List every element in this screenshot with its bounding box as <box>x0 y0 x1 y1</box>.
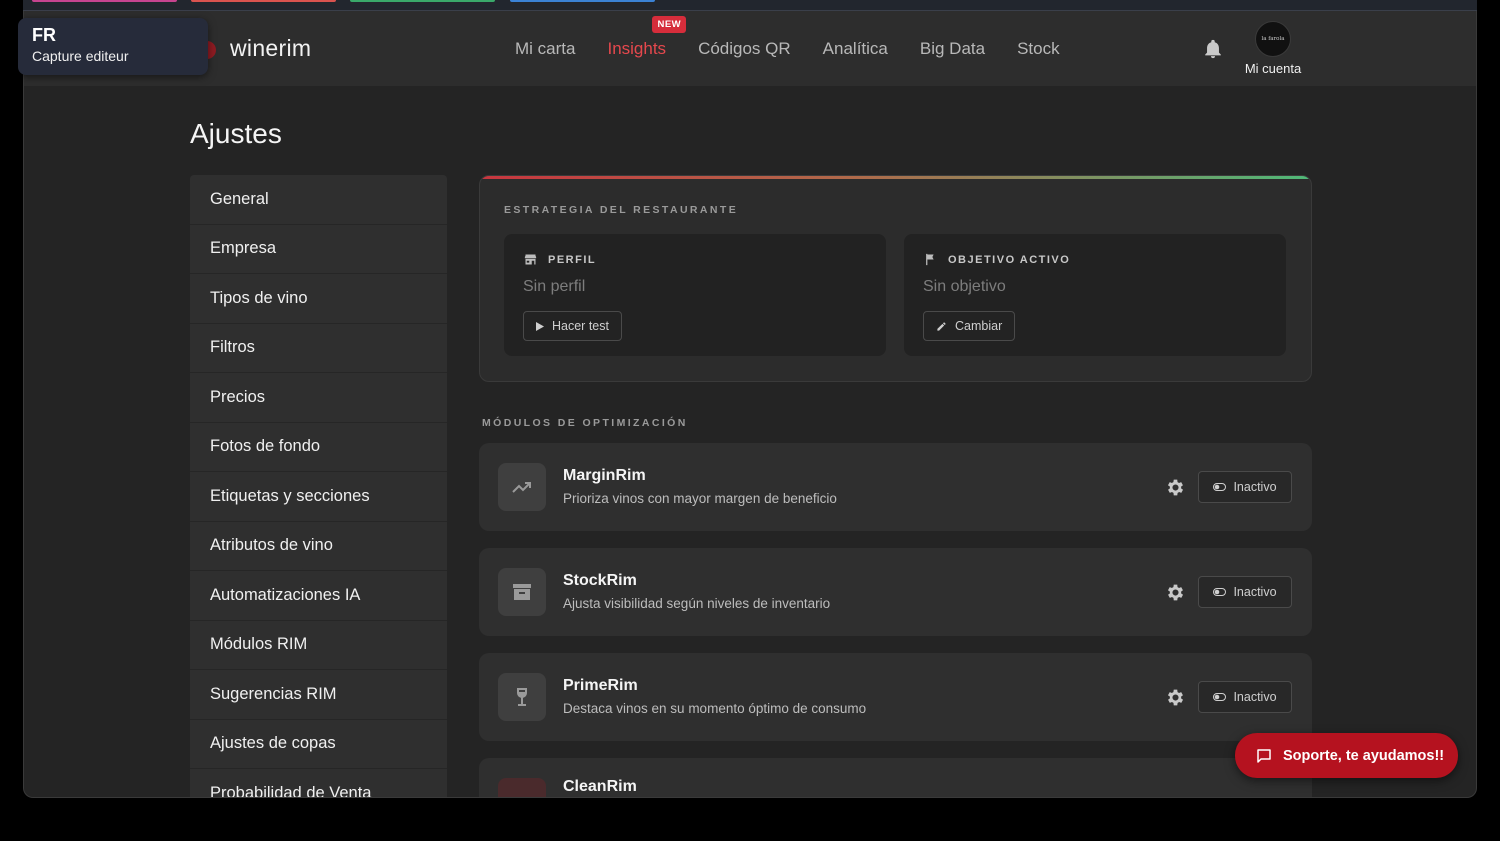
account-label: Mi cuenta <box>1244 61 1302 76</box>
bell-icon[interactable] <box>1202 38 1224 60</box>
app-window: winerim Mi carta Insights NEW Códigos QR… <box>23 11 1477 798</box>
module-status-label: Inactivo <box>1233 585 1277 599</box>
profile-card: PERFIL Sin perfil Hacer test <box>504 234 886 356</box>
objective-header-label: OBJETIVO ACTIVO <box>948 253 1071 266</box>
tab-indicator <box>32 0 177 2</box>
sidebar-item-etiquetas[interactable]: Etiquetas y secciones <box>190 472 447 522</box>
module-status-toggle[interactable]: Inactivo <box>1198 471 1292 503</box>
module-icon <box>498 673 546 721</box>
module-card-marginrim: MarginRim Prioriza vinos con mayor marge… <box>479 443 1312 531</box>
language-overlay[interactable]: FR Capture editeur <box>18 18 208 75</box>
toggle-off-icon <box>1213 483 1227 491</box>
module-status-label: Inactivo <box>1233 480 1277 494</box>
objective-value: Sin objetivo <box>923 278 1006 295</box>
profile-header: PERFIL <box>523 252 867 267</box>
gradient-bar <box>480 176 1311 179</box>
sidebar-item-atributos[interactable]: Atributos de vino <box>190 521 447 571</box>
nav-analitica[interactable]: Analítica <box>823 39 888 59</box>
settings-sidebar: General Empresa Tipos de vino Filtros Pr… <box>190 175 447 797</box>
tab-strip <box>23 0 1477 11</box>
toggle-off-icon <box>1213 693 1227 701</box>
page-title: Ajustes <box>190 118 282 149</box>
take-test-button[interactable]: Hacer test <box>523 311 622 341</box>
strategy-section-label: ESTRATEGIA DEL RESTAURANTE <box>504 204 739 216</box>
sidebar-item-filtros[interactable]: Filtros <box>190 323 447 373</box>
gear-icon[interactable] <box>1165 687 1186 708</box>
toggle-off-icon <box>1213 588 1227 596</box>
sidebar-item-automatizaciones[interactable]: Automatizaciones IA <box>190 571 447 621</box>
module-icon <box>498 568 546 616</box>
module-description: Destaca vinos en su momento óptimo de co… <box>563 701 867 716</box>
language-code: FR <box>32 25 56 45</box>
sidebar-item-fotos-de-fondo[interactable]: Fotos de fondo <box>190 422 447 472</box>
module-status-label: Inactivo <box>1233 690 1277 704</box>
sidebar-item-probabilidad-venta[interactable]: Probabilidad de Venta <box>190 769 447 797</box>
module-card-stockrim: StockRim Ajusta visibilidad según nivele… <box>479 548 1312 636</box>
module-icon <box>498 778 546 797</box>
avatar-logo-text: la farola <box>1261 36 1285 42</box>
take-test-label: Hacer test <box>552 319 609 333</box>
sidebar-item-modulos-rim[interactable]: Módulos RIM <box>190 620 447 670</box>
top-navbar: winerim Mi carta Insights NEW Códigos QR… <box>24 11 1476 86</box>
support-label: Soporte, te ayudamos!! <box>1283 747 1445 764</box>
nav-big-data[interactable]: Big Data <box>920 39 985 59</box>
nav-mi-carta[interactable]: Mi carta <box>515 39 575 59</box>
profile-header-label: PERFIL <box>548 253 597 266</box>
nav-codigos-qr[interactable]: Códigos QR <box>698 39 791 59</box>
overlay-label: Capture editeur <box>32 48 129 64</box>
nav-insights[interactable]: Insights NEW <box>607 16 687 59</box>
sidebar-item-precios[interactable]: Precios <box>190 373 447 423</box>
gear-icon[interactable] <box>1165 477 1186 498</box>
tab-indicator <box>510 0 655 2</box>
change-objective-button[interactable]: Cambiar <box>923 311 1016 341</box>
sidebar-item-tipos-de-vino[interactable]: Tipos de vino <box>190 274 447 324</box>
flag-icon <box>926 253 934 266</box>
tab-indicator <box>191 0 336 2</box>
change-objective-label: Cambiar <box>955 319 1003 333</box>
objective-header: OBJETIVO ACTIVO <box>923 252 1267 267</box>
module-card-cleanrim: CleanRim <box>479 758 1312 797</box>
sidebar-item-sugerencias-rim[interactable]: Sugerencias RIM <box>190 670 447 720</box>
module-card-primerim: PrimeRim Destaca vinos en su momento ópt… <box>479 653 1312 741</box>
module-title: CleanRim <box>563 778 637 795</box>
archive-box-icon <box>513 584 531 600</box>
wine-glass-icon <box>517 688 527 706</box>
nav-stock[interactable]: Stock <box>1017 39 1060 59</box>
support-chat-button[interactable]: Soporte, te ayudamos!! <box>1235 733 1458 778</box>
play-icon <box>536 321 544 331</box>
profile-value: Sin perfil <box>523 278 586 295</box>
brand-logo[interactable]: winerim <box>194 35 311 62</box>
module-icon <box>498 463 546 511</box>
brand-name: winerim <box>230 35 312 61</box>
trending-up-icon <box>512 482 531 493</box>
store-icon <box>524 254 537 265</box>
modules-section-label: MÓDULOS DE OPTIMIZACIÓN <box>482 417 688 429</box>
module-title: MarginRim <box>563 467 646 484</box>
strategy-panel: ESTRATEGIA DEL RESTAURANTE PERFIL Sin pe… <box>479 175 1312 382</box>
module-description: Ajusta visibilidad según niveles de inve… <box>563 596 831 611</box>
new-badge: NEW <box>652 16 687 33</box>
sidebar-item-empresa[interactable]: Empresa <box>190 224 447 274</box>
tab-indicator <box>350 0 495 2</box>
sidebar-item-ajustes-copas[interactable]: Ajustes de copas <box>190 719 447 769</box>
module-description: Prioriza vinos con mayor margen de benef… <box>563 491 837 506</box>
module-status-toggle[interactable]: Inactivo <box>1198 681 1292 713</box>
module-title: PrimeRim <box>563 677 638 694</box>
nav-insights-label: Insights <box>607 39 667 58</box>
pencil-icon <box>937 321 946 331</box>
objective-card: OBJETIVO ACTIVO Sin objetivo Cambiar <box>904 234 1286 356</box>
chat-bubble-icon <box>1257 748 1271 763</box>
sidebar-item-general[interactable]: General <box>190 175 447 225</box>
account-menu[interactable]: la farola Mi cuenta <box>1238 21 1308 76</box>
gear-icon[interactable] <box>1165 582 1186 603</box>
main-nav: Mi carta Insights NEW Códigos QR Analíti… <box>515 16 1092 59</box>
avatar: la farola <box>1255 21 1291 57</box>
module-title: StockRim <box>563 572 637 589</box>
module-status-toggle[interactable]: Inactivo <box>1198 576 1292 608</box>
